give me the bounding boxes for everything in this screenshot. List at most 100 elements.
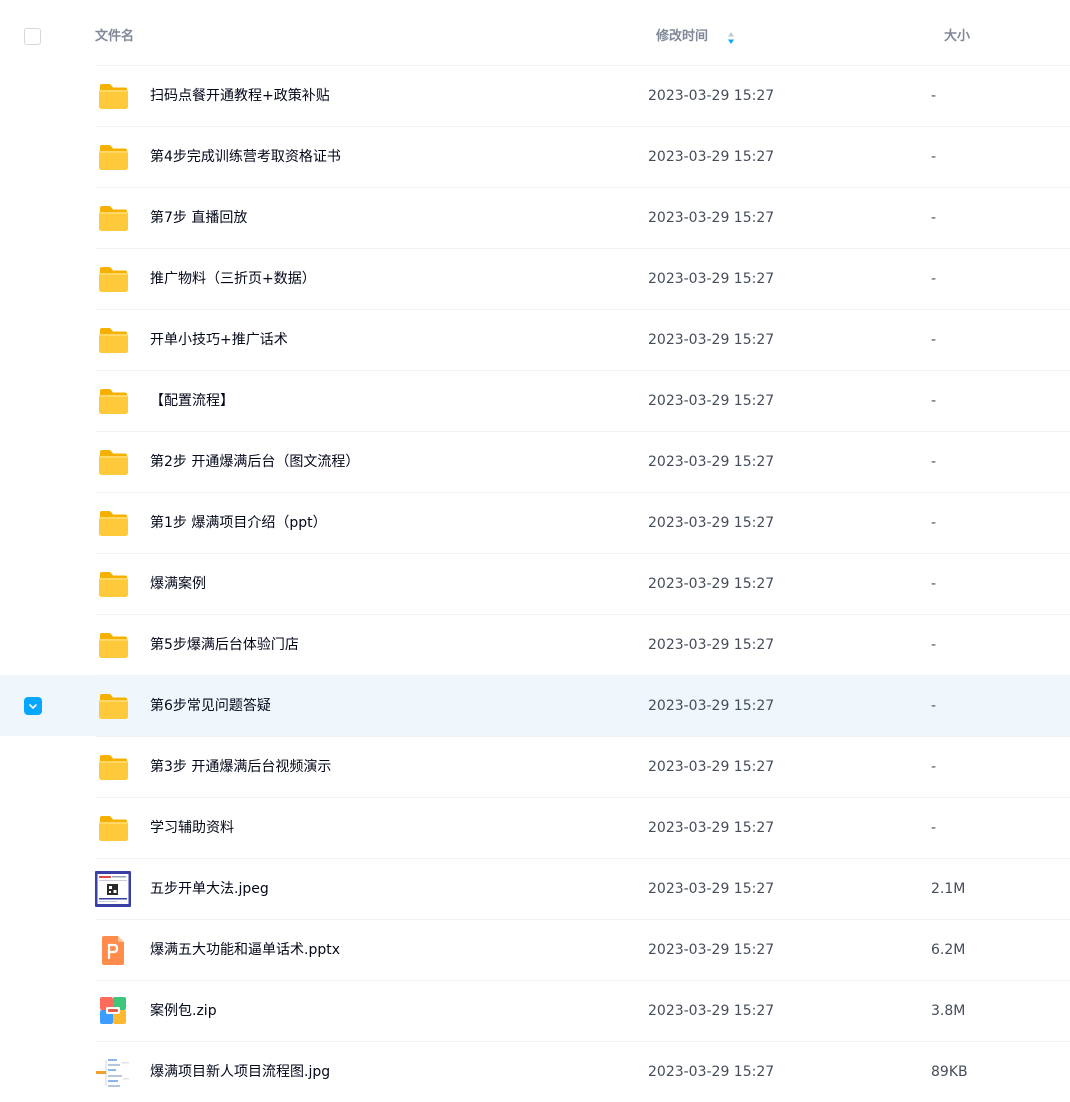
table-row[interactable]: 第2步 开通爆满后台（图文流程） 2023-03-29 15:27 - bbox=[0, 431, 1070, 492]
table-row[interactable]: 爆满五大功能和逼单话术.pptx 2023-03-29 15:27 6.2M bbox=[0, 919, 1070, 980]
file-modified-time: 2023-03-29 15:27 bbox=[648, 1003, 775, 1019]
row-checkbox[interactable] bbox=[24, 697, 42, 715]
table-row[interactable]: 第7步 直播回放 2023-03-29 15:27 - bbox=[0, 187, 1070, 248]
table-row[interactable]: 【配置流程】 2023-03-29 15:27 - bbox=[0, 370, 1070, 431]
file-size: - bbox=[931, 759, 937, 775]
file-name[interactable]: 【配置流程】 bbox=[150, 391, 234, 411]
table-row[interactable]: 推广物料（三折页+数据） 2023-03-29 15:27 - bbox=[0, 248, 1070, 309]
file-modified-time: 2023-03-29 15:27 bbox=[648, 271, 775, 287]
file-modified-time: 2023-03-29 15:27 bbox=[648, 942, 775, 958]
file-modified-time: 2023-03-29 15:27 bbox=[648, 149, 775, 165]
file-size: - bbox=[931, 149, 937, 165]
column-header-size[interactable]: 大小 bbox=[944, 28, 970, 46]
folder-icon bbox=[95, 688, 131, 724]
row-divider bbox=[96, 736, 1070, 737]
row-divider bbox=[96, 919, 1070, 920]
folder-icon bbox=[95, 505, 131, 541]
file-modified-time: 2023-03-29 15:27 bbox=[648, 210, 775, 226]
file-name[interactable]: 推广物料（三折页+数据） bbox=[150, 269, 316, 289]
table-row[interactable]: 五步开单大法.jpeg 2023-03-29 15:27 2.1M bbox=[0, 858, 1070, 919]
folder-icon bbox=[95, 627, 131, 663]
file-list: 文件名 修改时间 大小 扫码点餐开通教程+政策补贴 2023-03-29 15:2… bbox=[0, 0, 1070, 1101]
file-name[interactable]: 案例包.zip bbox=[150, 1001, 217, 1021]
file-name[interactable]: 第2步 开通爆满后台（图文流程） bbox=[150, 452, 359, 472]
file-size: - bbox=[931, 454, 937, 470]
file-size: 89KB bbox=[931, 1064, 968, 1080]
file-size: - bbox=[931, 271, 937, 287]
file-size: - bbox=[931, 393, 937, 409]
file-size: - bbox=[931, 332, 937, 348]
list-header: 文件名 修改时间 大小 bbox=[0, 0, 1070, 72]
folder-icon bbox=[95, 444, 131, 480]
table-row[interactable]: 爆满案例 2023-03-29 15:27 - bbox=[0, 553, 1070, 614]
row-divider bbox=[96, 126, 1070, 127]
folder-icon bbox=[95, 322, 131, 358]
select-all-checkbox[interactable] bbox=[24, 28, 41, 45]
folder-icon bbox=[95, 810, 131, 846]
file-name[interactable]: 第4步完成训练营考取资格证书 bbox=[150, 147, 341, 167]
column-header-mtime[interactable]: 修改时间 bbox=[656, 28, 708, 46]
file-modified-time: 2023-03-29 15:27 bbox=[648, 820, 775, 836]
folder-icon bbox=[95, 200, 131, 236]
table-row[interactable]: 第6步常见问题答疑 2023-03-29 15:27 - bbox=[0, 675, 1070, 736]
file-name[interactable]: 学习辅助资料 bbox=[150, 818, 234, 838]
zip-file-icon bbox=[95, 993, 131, 1029]
file-modified-time: 2023-03-29 15:27 bbox=[648, 881, 775, 897]
folder-icon bbox=[95, 139, 131, 175]
table-row[interactable]: 扫码点餐开通教程+政策补贴 2023-03-29 15:27 - bbox=[0, 65, 1070, 126]
folder-icon bbox=[95, 383, 131, 419]
file-name[interactable]: 五步开单大法.jpeg bbox=[150, 879, 269, 899]
row-divider bbox=[96, 65, 1070, 66]
folder-icon bbox=[95, 261, 131, 297]
file-modified-time: 2023-03-29 15:27 bbox=[648, 454, 775, 470]
file-size: - bbox=[931, 88, 937, 104]
folder-icon bbox=[95, 78, 131, 114]
file-size: 3.8M bbox=[931, 1003, 966, 1019]
file-modified-time: 2023-03-29 15:27 bbox=[648, 393, 775, 409]
row-divider bbox=[96, 309, 1070, 310]
row-divider bbox=[96, 248, 1070, 249]
table-row[interactable]: 第5步爆满后台体验门店 2023-03-29 15:27 - bbox=[0, 614, 1070, 675]
file-size: - bbox=[931, 576, 937, 592]
file-name[interactable]: 第3步 开通爆满后台视频演示 bbox=[150, 757, 331, 777]
file-modified-time: 2023-03-29 15:27 bbox=[648, 576, 775, 592]
table-row[interactable]: 开单小技巧+推广话术 2023-03-29 15:27 - bbox=[0, 309, 1070, 370]
file-name[interactable]: 爆满案例 bbox=[150, 574, 206, 594]
table-row[interactable]: 第4步完成训练营考取资格证书 2023-03-29 15:27 - bbox=[0, 126, 1070, 187]
table-row[interactable]: 第3步 开通爆满后台视频演示 2023-03-29 15:27 - bbox=[0, 736, 1070, 797]
folder-icon bbox=[95, 566, 131, 602]
table-row[interactable]: 案例包.zip 2023-03-29 15:27 3.8M bbox=[0, 980, 1070, 1041]
file-name[interactable]: 开单小技巧+推广话术 bbox=[150, 330, 288, 350]
file-name[interactable]: 第5步爆满后台体验门店 bbox=[150, 635, 299, 655]
file-size: - bbox=[931, 210, 937, 226]
file-modified-time: 2023-03-29 15:27 bbox=[648, 515, 775, 531]
column-header-name[interactable]: 文件名 bbox=[95, 28, 134, 46]
sort-descending-icon[interactable] bbox=[727, 30, 735, 44]
file-size: 2.1M bbox=[931, 881, 966, 897]
file-name[interactable]: 爆满项目新人项目流程图.jpg bbox=[150, 1062, 330, 1082]
file-modified-time: 2023-03-29 15:27 bbox=[648, 698, 775, 714]
file-name[interactable]: 第6步常见问题答疑 bbox=[150, 696, 271, 716]
file-size: - bbox=[931, 698, 937, 714]
table-row[interactable]: 爆满项目新人项目流程图.jpg 2023-03-29 15:27 89KB bbox=[0, 1041, 1070, 1102]
flowchart-thumbnail-icon bbox=[95, 1054, 131, 1090]
file-modified-time: 2023-03-29 15:27 bbox=[648, 332, 775, 348]
row-divider bbox=[96, 492, 1070, 493]
file-modified-time: 2023-03-29 15:27 bbox=[648, 88, 775, 104]
pptx-file-icon bbox=[95, 932, 131, 968]
table-row[interactable]: 第1步 爆满项目介绍（ppt） 2023-03-29 15:27 - bbox=[0, 492, 1070, 553]
row-divider bbox=[96, 431, 1070, 432]
table-row[interactable]: 学习辅助资料 2023-03-29 15:27 - bbox=[0, 797, 1070, 858]
row-divider bbox=[96, 980, 1070, 981]
file-name[interactable]: 扫码点餐开通教程+政策补贴 bbox=[150, 86, 330, 106]
row-divider bbox=[96, 187, 1070, 188]
file-name[interactable]: 第1步 爆满项目介绍（ppt） bbox=[150, 513, 327, 533]
file-size: 6.2M bbox=[931, 942, 966, 958]
row-divider bbox=[96, 675, 1070, 676]
file-name[interactable]: 第7步 直播回放 bbox=[150, 208, 247, 228]
file-name[interactable]: 爆满五大功能和逼单话术.pptx bbox=[150, 940, 340, 960]
row-divider bbox=[96, 1041, 1070, 1042]
file-size: - bbox=[931, 637, 937, 653]
file-modified-time: 2023-03-29 15:27 bbox=[648, 637, 775, 653]
file-modified-time: 2023-03-29 15:27 bbox=[648, 1064, 775, 1080]
